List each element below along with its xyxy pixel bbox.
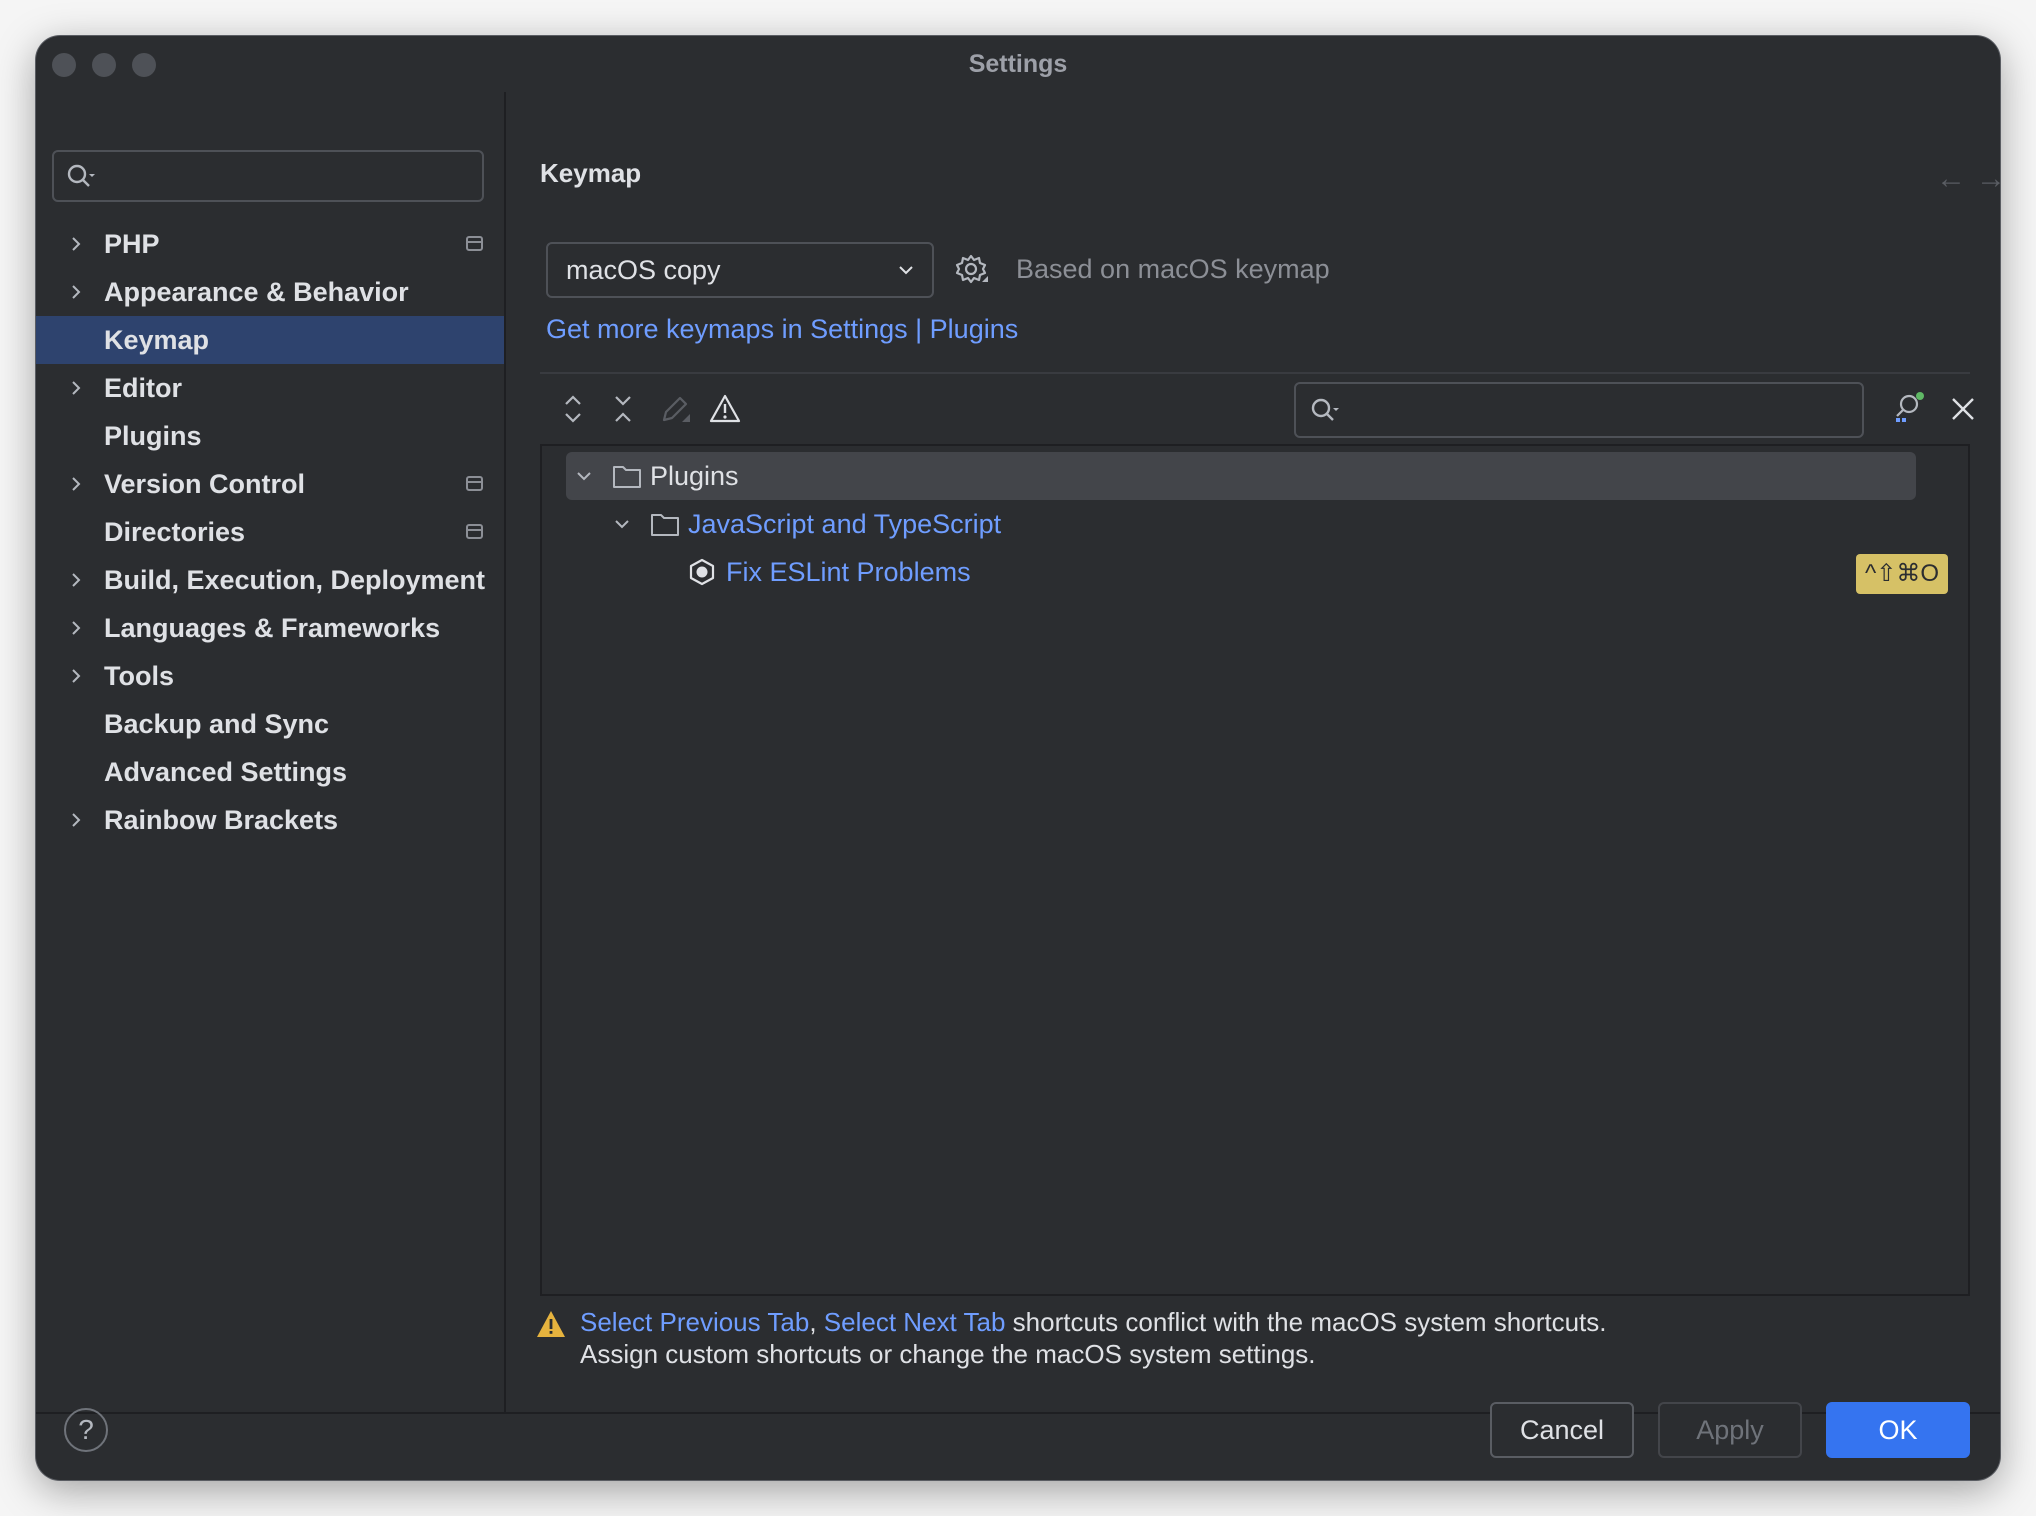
select-previous-tab-link[interactable]: Select Previous Tab bbox=[580, 1307, 809, 1337]
sidebar-item-label: Tools bbox=[104, 661, 174, 691]
tree-label-plugins: Plugins bbox=[650, 461, 739, 491]
chevron-right-icon[interactable] bbox=[66, 234, 86, 254]
select-next-tab-link[interactable]: Select Next Tab bbox=[824, 1307, 1006, 1337]
sidebar-item-label: Backup and Sync bbox=[104, 709, 330, 739]
sidebar-item-backup-and-sync[interactable]: Backup and Sync bbox=[36, 700, 504, 748]
project-scope-icon bbox=[466, 476, 483, 491]
sidebar-item-version-control[interactable]: Version Control bbox=[36, 460, 504, 508]
sidebar-item-directories[interactable]: Directories bbox=[36, 508, 504, 556]
collapse-all-icon[interactable] bbox=[606, 392, 640, 426]
chevron-down-icon[interactable] bbox=[574, 466, 594, 486]
keymap-select[interactable]: macOS copy bbox=[546, 242, 934, 298]
settings-window: Settings PHP Appearance & Behavior Keymap E… bbox=[36, 36, 2000, 1480]
chevron-right-icon[interactable] bbox=[66, 378, 86, 398]
tree-label-fix-eslint: Fix ESLint Problems bbox=[726, 557, 971, 587]
chevron-right-icon[interactable] bbox=[66, 666, 86, 686]
help-button[interactable]: ? bbox=[64, 1408, 108, 1452]
cancel-button[interactable]: Cancel bbox=[1490, 1402, 1634, 1458]
folder-icon bbox=[651, 514, 679, 536]
page-title: Keymap bbox=[540, 158, 642, 188]
chevron-down-icon bbox=[899, 266, 913, 275]
sidebar-item-label: Keymap bbox=[104, 325, 210, 355]
ok-button[interactable]: OK bbox=[1826, 1402, 1970, 1458]
keymap-tree: Plugins JavaScript and TypeScript Fix ES… bbox=[540, 444, 1970, 1296]
warning-icon bbox=[537, 1311, 565, 1337]
project-scope-icon bbox=[466, 236, 483, 251]
sidebar-item-label: Languages & Frameworks bbox=[104, 613, 441, 643]
folder-icon bbox=[613, 466, 641, 488]
based-on-label: Based on macOS keymap bbox=[1016, 254, 1330, 284]
shortcut-badge: ^⇧⌘O bbox=[1856, 554, 1948, 594]
expand-all-icon[interactable] bbox=[556, 392, 590, 426]
gear-icon[interactable] bbox=[954, 252, 990, 288]
tree-row-javascript-typescript[interactable]: JavaScript and TypeScript bbox=[566, 500, 1916, 548]
divider bbox=[540, 372, 1970, 374]
sidebar-item-appearance-behavior[interactable]: Appearance & Behavior bbox=[36, 268, 504, 316]
edit-shortcut-icon[interactable] bbox=[658, 392, 692, 426]
tree-row-plugins[interactable]: Plugins bbox=[566, 452, 1916, 500]
chevron-right-icon[interactable] bbox=[66, 474, 86, 494]
apply-button[interactable]: Apply bbox=[1658, 1402, 1802, 1458]
sidebar-item-rainbow-brackets[interactable]: Rainbow Brackets bbox=[36, 796, 504, 844]
tree-label-javascript-typescript: JavaScript and TypeScript bbox=[688, 509, 1002, 539]
title-bar: Settings bbox=[36, 36, 2000, 92]
sidebar-search-input[interactable] bbox=[52, 150, 484, 202]
window-title: Settings bbox=[968, 50, 1068, 78]
clear-search-icon[interactable] bbox=[1946, 392, 1980, 426]
sidebar-item-advanced-settings[interactable]: Advanced Settings bbox=[36, 748, 504, 796]
search-icon bbox=[1311, 398, 1339, 421]
project-scope-icon bbox=[466, 524, 483, 539]
keymap-select-value: macOS copy bbox=[566, 255, 721, 285]
sidebar-item-label: Directories bbox=[104, 517, 246, 547]
chevron-down-icon[interactable] bbox=[612, 514, 632, 534]
sidebar-item-label: Version Control bbox=[104, 469, 306, 499]
sidebar-item-keymap[interactable]: Keymap bbox=[36, 316, 504, 364]
action-search-input[interactable] bbox=[1294, 382, 1864, 438]
chevron-right-icon[interactable] bbox=[66, 810, 86, 830]
forward-arrow-icon[interactable]: → bbox=[1976, 162, 2000, 196]
get-more-keymaps-link[interactable]: Get more keymaps in Settings | Plugins bbox=[546, 314, 1018, 345]
find-by-shortcut-icon[interactable] bbox=[1892, 390, 1926, 424]
sidebar-item-plugins[interactable]: Plugins bbox=[36, 412, 504, 460]
eslint-icon bbox=[689, 558, 715, 586]
warning-text-line1: shortcuts conflict with the macOS system… bbox=[1005, 1307, 1607, 1337]
sidebar-item-tools[interactable]: Tools bbox=[36, 652, 504, 700]
sidebar-item-label: Advanced Settings bbox=[104, 757, 348, 787]
chevron-right-icon[interactable] bbox=[66, 282, 86, 302]
sidebar-item-label: Build, Execution, Deployment bbox=[104, 565, 486, 595]
sidebar-item-php[interactable]: PHP bbox=[36, 220, 504, 268]
sidebar-item-label: Appearance & Behavior bbox=[104, 277, 409, 307]
chevron-right-icon[interactable] bbox=[66, 618, 86, 638]
chevron-right-icon[interactable] bbox=[66, 570, 86, 590]
sidebar-item-build-execution-deployment[interactable]: Build, Execution, Deployment bbox=[36, 556, 504, 604]
sidebar-item-languages-frameworks[interactable]: Languages & Frameworks bbox=[36, 604, 504, 652]
keymap-page: Keymap ← → macOS copy Based on macOS key… bbox=[506, 92, 2000, 1412]
sidebar-item-label: PHP bbox=[104, 229, 160, 259]
warning-text-line2: Assign custom shortcuts or change the ma… bbox=[580, 1339, 1316, 1369]
sidebar-item-label: Plugins bbox=[104, 421, 202, 451]
conflicts-warning-icon[interactable] bbox=[708, 392, 742, 426]
sidebar-item-editor[interactable]: Editor bbox=[36, 364, 504, 412]
settings-sidebar: PHP Appearance & Behavior Keymap Editor Plug… bbox=[36, 92, 506, 1412]
sidebar-item-label: Editor bbox=[104, 373, 182, 403]
tree-row-fix-eslint[interactable]: Fix ESLint Problems bbox=[566, 548, 1916, 596]
warning-separator: , bbox=[809, 1307, 817, 1337]
search-icon bbox=[67, 164, 95, 187]
back-arrow-icon[interactable]: ← bbox=[1936, 162, 1966, 196]
sidebar-item-label: Rainbow Brackets bbox=[104, 805, 339, 835]
